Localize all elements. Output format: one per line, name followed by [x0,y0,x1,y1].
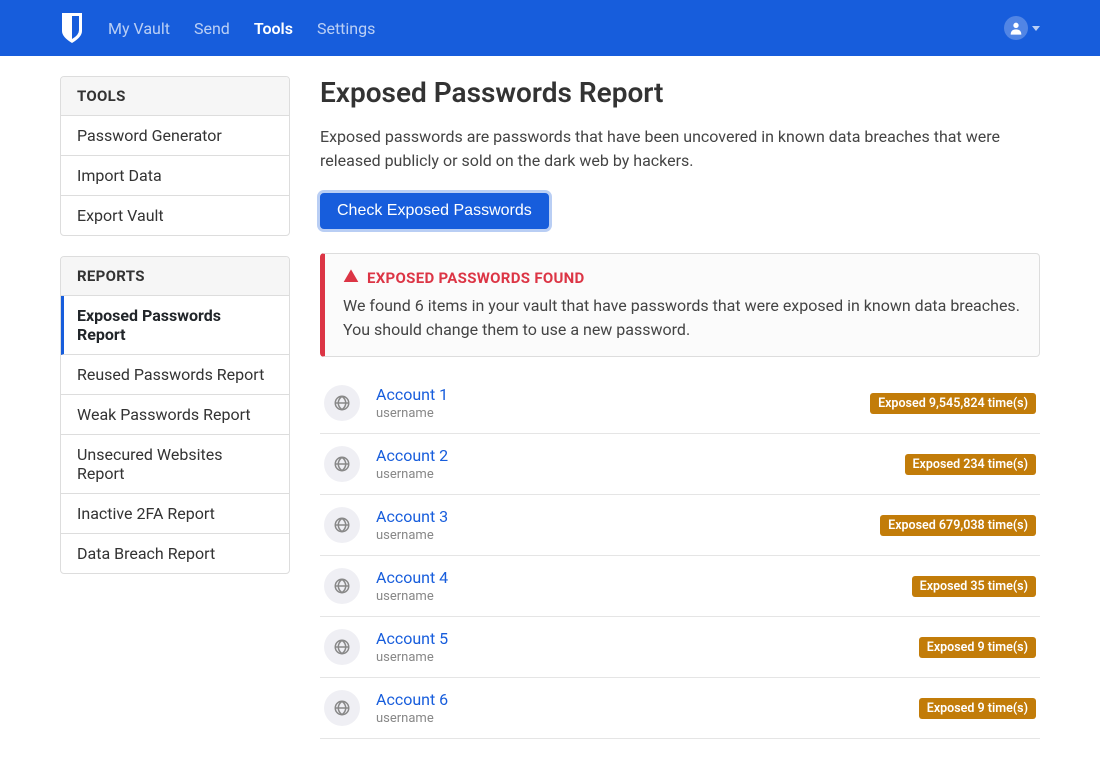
result-account-link[interactable]: Account 5 [376,629,903,648]
result-row: Account 5 username Exposed 9 time(s) [320,617,1040,678]
sidebar-item-password-generator[interactable]: Password Generator [61,116,289,156]
alert-title-text: EXPOSED PASSWORDS FOUND [367,269,585,287]
globe-icon [324,446,360,482]
exposed-badge: Exposed 234 time(s) [905,454,1037,475]
sidebar-item-export-vault[interactable]: Export Vault [61,196,289,235]
result-text: Account 3 username [376,507,864,543]
sidebar-item-weak-passwords[interactable]: Weak Passwords Report [61,395,289,435]
warning-triangle-icon [343,268,359,288]
result-username: username [376,528,864,543]
result-text: Account 5 username [376,629,903,665]
tools-header: TOOLS [61,77,289,116]
nav-tools[interactable]: Tools [254,19,293,38]
sidebar: TOOLS Password Generator Import Data Exp… [60,76,290,739]
exposed-badge: Exposed 35 time(s) [912,576,1036,597]
sidebar-item-exposed-passwords[interactable]: Exposed Passwords Report [61,296,289,355]
result-account-link[interactable]: Account 6 [376,690,903,709]
result-username: username [376,406,854,421]
result-username: username [376,650,903,665]
reports-card: REPORTS Exposed Passwords Report Reused … [60,256,290,574]
caret-down-icon [1032,26,1040,31]
user-menu[interactable] [1004,16,1040,40]
nav-settings[interactable]: Settings [317,19,375,38]
result-row: Account 1 username Exposed 9,545,824 time(… [320,373,1040,434]
result-row: Account 4 username Exposed 35 time(s) [320,556,1040,617]
result-username: username [376,589,896,604]
result-username: username [376,467,889,482]
exposed-badge: Exposed 679,038 time(s) [880,515,1036,536]
result-username: username [376,711,903,726]
exposed-badge: Exposed 9 time(s) [919,698,1036,719]
result-row: Account 3 username Exposed 679,038 time(s) [320,495,1040,556]
check-exposed-passwords-button[interactable]: Check Exposed Passwords [320,193,549,229]
result-text: Account 4 username [376,568,896,604]
container: TOOLS Password Generator Import Data Exp… [0,56,1100,759]
result-text: Account 1 username [376,385,854,421]
nav-my-vault[interactable]: My Vault [108,19,170,38]
result-account-link[interactable]: Account 4 [376,568,896,587]
result-list: Account 1 username Exposed 9,545,824 time(… [320,373,1040,739]
page-description: Exposed passwords are passwords that hav… [320,125,1040,173]
navbar: My Vault Send Tools Settings [0,0,1100,56]
alert-title: EXPOSED PASSWORDS FOUND [343,268,1021,288]
nav-send[interactable]: Send [194,19,230,38]
exposed-badge: Exposed 9 time(s) [919,637,1036,658]
navbar-left: My Vault Send Tools Settings [60,13,375,43]
user-avatar-icon [1004,16,1028,40]
result-account-link[interactable]: Account 1 [376,385,854,404]
page-title: Exposed Passwords Report [320,76,1040,109]
exposed-badge: Exposed 9,545,824 time(s) [870,393,1036,414]
result-account-link[interactable]: Account 2 [376,446,889,465]
alert-body: We found 6 items in your vault that have… [343,294,1021,342]
globe-icon [324,629,360,665]
globe-icon [324,385,360,421]
result-text: Account 2 username [376,446,889,482]
sidebar-item-reused-passwords[interactable]: Reused Passwords Report [61,355,289,395]
sidebar-item-data-breach[interactable]: Data Breach Report [61,534,289,573]
result-row: Account 6 username Exposed 9 time(s) [320,678,1040,739]
globe-icon [324,568,360,604]
result-account-link[interactable]: Account 3 [376,507,864,526]
logo-shield-icon[interactable] [60,13,84,43]
globe-icon [324,507,360,543]
reports-header: REPORTS [61,257,289,296]
alert-exposed-found: EXPOSED PASSWORDS FOUND We found 6 items… [320,253,1040,357]
sidebar-item-unsecured-websites[interactable]: Unsecured Websites Report [61,435,289,494]
tools-card: TOOLS Password Generator Import Data Exp… [60,76,290,236]
globe-icon [324,690,360,726]
main-content: Exposed Passwords Report Exposed passwor… [320,76,1040,739]
sidebar-item-inactive-2fa[interactable]: Inactive 2FA Report [61,494,289,534]
navbar-right [1004,16,1040,40]
result-text: Account 6 username [376,690,903,726]
sidebar-item-import-data[interactable]: Import Data [61,156,289,196]
result-row: Account 2 username Exposed 234 time(s) [320,434,1040,495]
